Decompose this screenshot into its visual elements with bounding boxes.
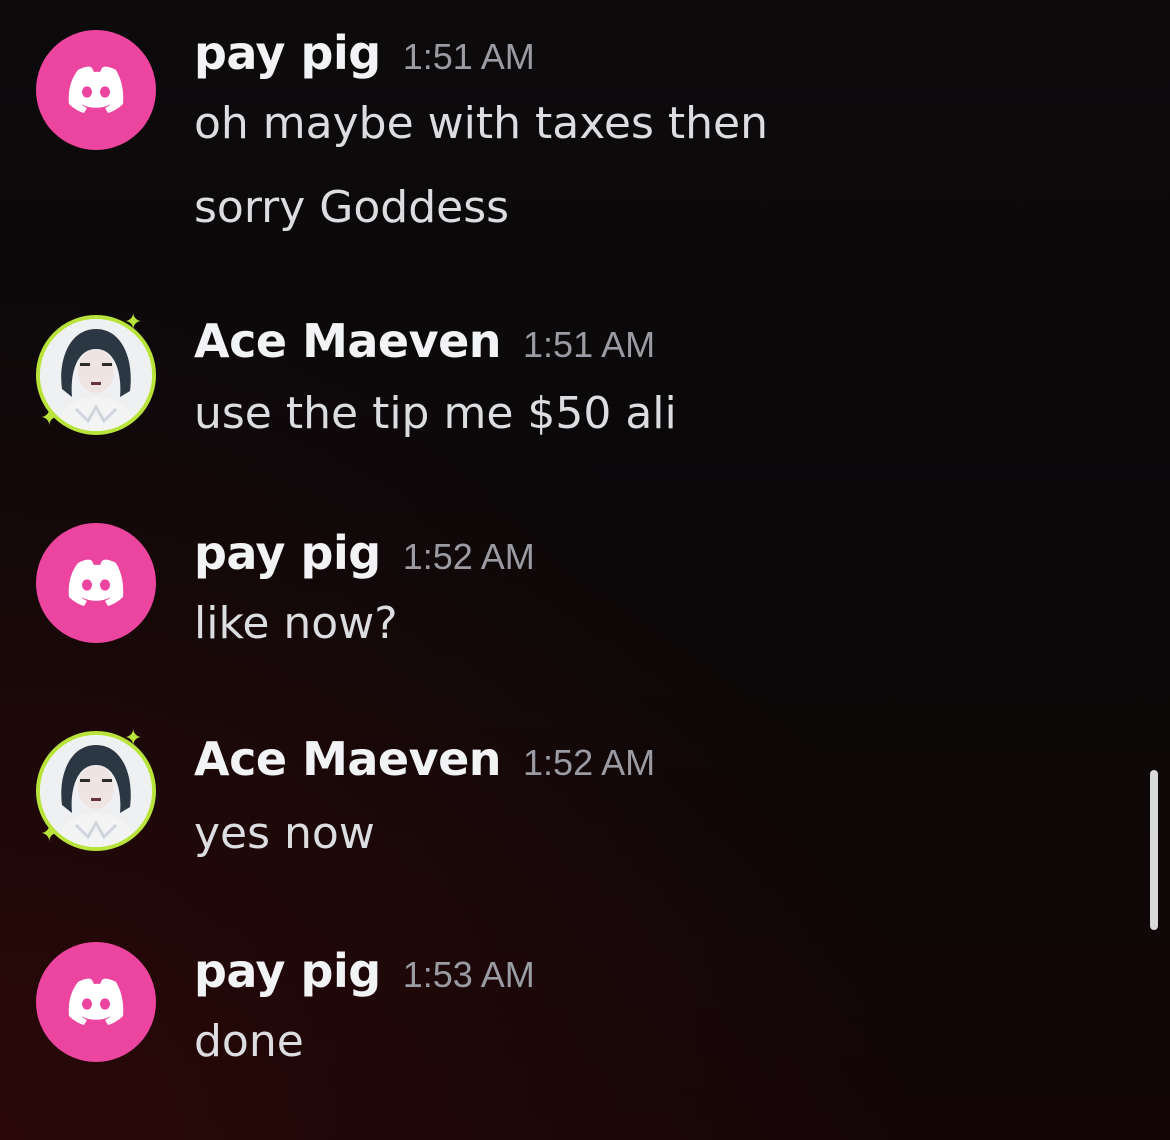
message-header: Ace Maeven 1:52 AM — [194, 732, 655, 786]
sparkle-icon: ✦ — [124, 726, 143, 751]
avatar[interactable] — [36, 30, 156, 150]
timestamp: 1:52 AM — [402, 536, 535, 577]
message-header: Ace Maeven 1:51 AM — [194, 314, 655, 368]
author-name[interactable]: Ace Maeven — [194, 732, 502, 786]
message-header: pay pig 1:53 AM — [194, 944, 535, 998]
sparkle-icon: ✦ — [40, 822, 59, 847]
sparkle-icon: ✦ — [124, 310, 143, 335]
message-text: yes now — [194, 808, 375, 859]
discord-logo-icon — [68, 559, 124, 606]
message-text: done — [194, 1016, 304, 1067]
message-text: like now? — [194, 598, 398, 649]
scrollbar-thumb[interactable] — [1150, 770, 1158, 930]
message-text: oh maybe with taxes then — [194, 98, 768, 149]
sparkle-icon: ✦ — [40, 406, 59, 431]
discord-logo-icon — [68, 66, 124, 113]
discord-logo-icon — [68, 978, 124, 1025]
message-header: pay pig 1:51 AM — [194, 26, 535, 80]
avatar[interactable] — [36, 523, 156, 643]
message-header: pay pig 1:52 AM — [194, 526, 535, 580]
timestamp: 1:52 AM — [523, 742, 656, 783]
message-text: sorry Goddess — [194, 182, 510, 233]
author-name[interactable]: pay pig — [194, 526, 381, 580]
timestamp: 1:51 AM — [523, 324, 656, 365]
author-name[interactable]: pay pig — [194, 26, 381, 80]
avatar[interactable] — [36, 942, 156, 1062]
timestamp: 1:51 AM — [402, 36, 535, 77]
author-name[interactable]: Ace Maeven — [194, 314, 502, 368]
chat-message-list[interactable]: pay pig 1:51 AM oh maybe with taxes then … — [0, 0, 1170, 1140]
message-text: use the tip me $50 ali — [194, 388, 677, 439]
timestamp: 1:53 AM — [402, 954, 535, 995]
author-name[interactable]: pay pig — [194, 944, 381, 998]
